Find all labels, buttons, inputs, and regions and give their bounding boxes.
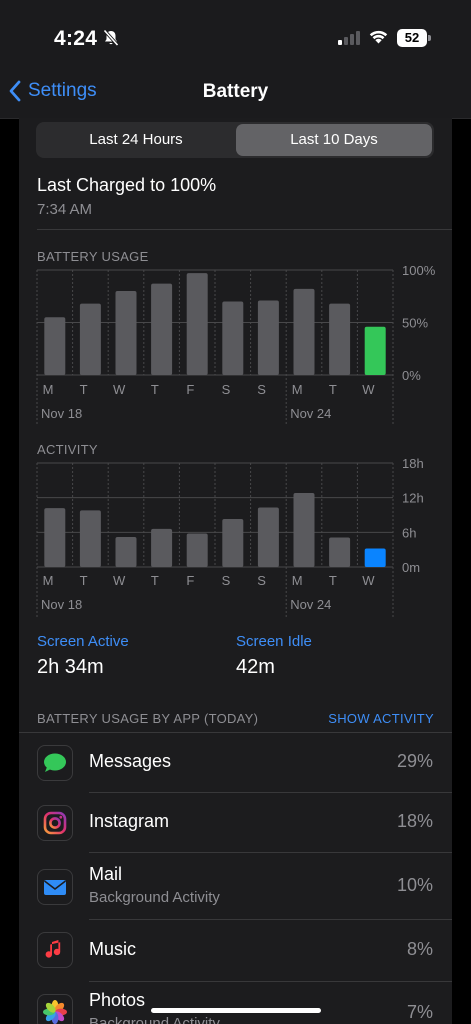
bar[interactable] [293, 493, 315, 567]
x-tick-label: M [43, 573, 54, 588]
y-tick-label: 0m [402, 560, 420, 575]
messages-icon [37, 745, 73, 781]
x-tick-label: W [113, 382, 126, 397]
status-bar: 4:24 52 [0, 0, 471, 70]
bar-today[interactable] [364, 548, 386, 567]
app-row-instagram[interactable]: Instagram 18% [19, 793, 452, 853]
segment-last-10-days[interactable]: Last 10 Days [236, 124, 432, 156]
bar[interactable] [329, 537, 351, 567]
x-tick-label: T [80, 573, 88, 588]
y-tick-label: 12h [402, 491, 424, 506]
app-name: Photos [89, 990, 146, 1010]
battery-card: Last 24 Hours Last 10 Days Last Charged … [19, 118, 452, 1024]
cellular-signal-icon [338, 31, 360, 50]
home-indicator[interactable] [151, 1008, 321, 1013]
x-tick-label: T [329, 573, 337, 588]
x-tick-label: W [113, 573, 126, 588]
last-charged-time: 7:34 AM [37, 201, 93, 218]
bar[interactable] [186, 273, 208, 375]
x-tick-label: T [151, 573, 159, 588]
app-percent: 10% [396, 875, 433, 895]
bar[interactable] [79, 510, 101, 567]
bar-today[interactable] [364, 326, 386, 375]
x-tick-label: W [362, 573, 375, 588]
app-percent: 7% [406, 1002, 433, 1022]
photos-icon [37, 994, 73, 1024]
page-title: Battery [202, 81, 269, 102]
divider [37, 229, 452, 230]
week-label: Nov 24 [290, 597, 331, 612]
bar[interactable] [222, 301, 244, 376]
battery-indicator: 52 [397, 29, 427, 47]
app-name: Music [89, 939, 137, 959]
screen-idle-value: 42m [236, 656, 275, 678]
music-icon [37, 932, 73, 968]
x-tick-label: M [43, 382, 54, 397]
activity-chart: 18h 12h 6h 0m M T W T F S S M T W Nov 18 Nov 24 [36, 456, 424, 617]
screen-active-label: Screen Active [37, 633, 129, 650]
bar[interactable] [44, 317, 66, 375]
x-tick-label: T [151, 382, 159, 397]
x-tick-label: M [292, 573, 303, 588]
app-percent: 18% [396, 811, 433, 831]
silent-bell-icon [102, 29, 120, 52]
mail-icon [37, 869, 73, 905]
x-tick-label: M [292, 382, 303, 397]
bar[interactable] [329, 303, 351, 375]
bar[interactable] [115, 291, 137, 375]
app-row-messages[interactable]: Messages 29% [19, 733, 452, 793]
bar[interactable] [257, 507, 279, 567]
y-tick-label: 0% [402, 368, 421, 383]
week-label: Nov 18 [41, 597, 82, 612]
x-tick-label: W [362, 382, 375, 397]
app-row-music[interactable]: Music 8% [19, 920, 452, 982]
app-subtitle: Background Activity [89, 1015, 220, 1024]
week-label: Nov 24 [290, 406, 331, 421]
bar[interactable] [222, 519, 244, 567]
screen-idle-label: Screen Idle [236, 633, 312, 650]
bar[interactable] [293, 288, 315, 375]
x-tick-label: F [186, 573, 194, 588]
app-percent: 29% [396, 751, 433, 771]
app-row-mail[interactable]: Mail Background Activity 10% [19, 853, 452, 920]
x-tick-label: S [257, 573, 266, 588]
battery-cap [428, 35, 431, 41]
app-percent: 8% [406, 939, 433, 959]
x-tick-label: T [329, 382, 337, 397]
y-tick-label: 50% [402, 316, 428, 331]
show-activity-button[interactable]: SHOW ACTIVITY [328, 711, 434, 726]
bar[interactable] [115, 536, 137, 567]
y-tick-label: 100% [402, 263, 436, 278]
screen-active-value: 2h 34m [37, 656, 104, 678]
bar[interactable] [44, 508, 66, 567]
bar[interactable] [79, 303, 101, 375]
apps-section-header: BATTERY USAGE BY APP (TODAY) [37, 711, 259, 726]
app-row-photos[interactable]: Photos Background Activity 7% [19, 982, 452, 1024]
bar[interactable] [151, 528, 173, 567]
x-tick-label: T [80, 382, 88, 397]
week-label: Nov 18 [41, 406, 82, 421]
app-name: Messages [89, 751, 172, 771]
y-tick-label: 6h [402, 525, 416, 540]
wifi-icon [368, 28, 389, 49]
navigation-bar: Settings Battery [0, 70, 471, 119]
x-tick-label: F [186, 382, 194, 397]
battery-usage-chart: 100% 50% 0% M T W T F S S M T W Nov 18 Nov 24 [36, 263, 436, 425]
segment-last-24-hours[interactable]: Last 24 Hours [38, 124, 234, 156]
instagram-icon [37, 805, 73, 841]
bar[interactable] [257, 300, 279, 375]
last-charged-title: Last Charged to 100% [37, 175, 217, 195]
bar[interactable] [186, 533, 208, 567]
app-subtitle: Background Activity [89, 889, 220, 906]
x-tick-label: S [222, 382, 231, 397]
x-tick-label: S [222, 573, 231, 588]
app-name: Mail [89, 864, 123, 884]
time-range-segmented-control: Last 24 Hours Last 10 Days [36, 122, 434, 158]
x-tick-label: S [257, 382, 266, 397]
y-tick-label: 18h [402, 456, 424, 471]
status-time: 4:24 [54, 27, 98, 50]
bar[interactable] [151, 283, 173, 375]
app-name: Instagram [89, 811, 170, 831]
